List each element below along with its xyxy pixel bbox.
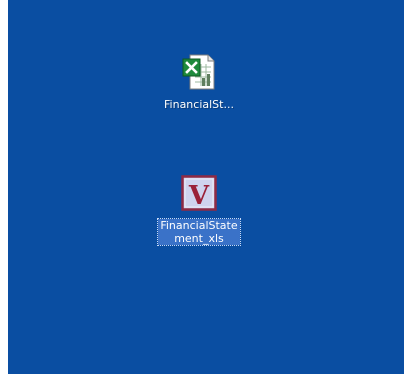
desktop-icon-label-selected[interactable]: FinancialState ment_xls <box>157 218 241 246</box>
desktop-icon-label[interactable]: FinancialSt... <box>162 98 236 111</box>
svg-text:V: V <box>188 181 210 211</box>
excel-spreadsheet-icon[interactable] <box>179 52 219 92</box>
desktop[interactable]: FinancialSt... V FinancialState ment_xls <box>8 0 404 374</box>
desktop-icon-v-file[interactable]: V FinancialState ment_xls <box>149 173 249 246</box>
desktop-icon-excel-file[interactable]: FinancialSt... <box>149 52 249 111</box>
v-document-icon[interactable]: V <box>179 173 219 213</box>
